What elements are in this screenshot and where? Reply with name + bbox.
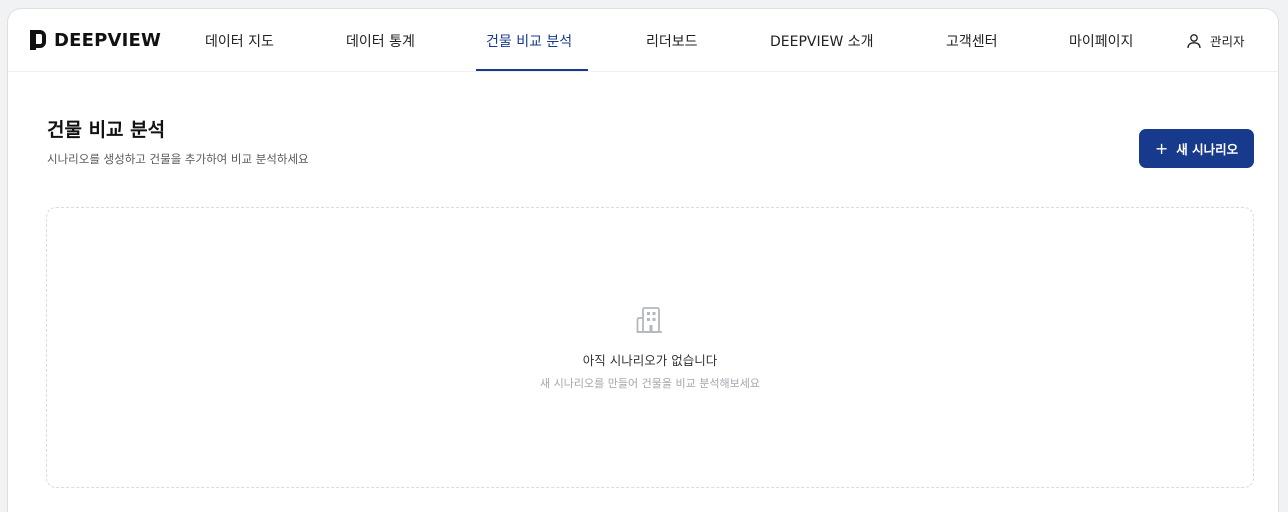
nav-item-support[interactable]: 고객센터 bbox=[946, 31, 998, 51]
new-scenario-label: 새 시나리오 bbox=[1176, 142, 1239, 157]
empty-state-description: 새 시나리오를 만들어 건물을 비교 분석해보세요 bbox=[540, 377, 760, 390]
page-subtitle: 시나리오를 생성하고 건물을 추가하여 비교 분석하세요 bbox=[47, 152, 309, 166]
new-scenario-button[interactable]: + 새 시나리오 bbox=[1139, 129, 1254, 168]
empty-state-title: 아직 시나리오가 없습니다 bbox=[582, 353, 718, 368]
nav-item-mypage[interactable]: 마이페이지 bbox=[1069, 31, 1133, 51]
deepview-logo-icon bbox=[30, 30, 46, 50]
empty-state-panel: 아직 시나리오가 없습니다 새 시나리오를 만들어 건물을 비교 분석해보세요 bbox=[46, 207, 1254, 488]
nav-item-data-map[interactable]: 데이터 지도 bbox=[205, 31, 274, 51]
page-title: 건물 비교 분석 bbox=[47, 119, 166, 141]
plus-icon: + bbox=[1154, 138, 1169, 158]
active-tab-indicator bbox=[476, 69, 588, 71]
user-icon bbox=[1187, 33, 1201, 48]
brand-logo[interactable]: DEEPVIEW bbox=[28, 28, 161, 52]
building-icon bbox=[636, 307, 662, 333]
top-navigation: DEEPVIEW 데이터 지도 데이터 통계 건물 비교 분석 리더보드 DEE… bbox=[8, 9, 1278, 72]
nav-item-data-stats[interactable]: 데이터 통계 bbox=[346, 31, 415, 51]
page-frame: DEEPVIEW 데이터 지도 데이터 통계 건물 비교 분석 리더보드 DEE… bbox=[7, 8, 1279, 512]
user-menu[interactable]: 관리자 bbox=[1186, 31, 1245, 50]
nav-item-about[interactable]: DEEPVIEW 소개 bbox=[770, 31, 874, 51]
user-name: 관리자 bbox=[1210, 34, 1245, 49]
app-window: DEEPVIEW 데이터 지도 데이터 통계 건물 비교 분석 리더보드 DEE… bbox=[0, 0, 1288, 512]
brand-name: DEEPVIEW bbox=[54, 29, 162, 51]
nav-item-leaderboard[interactable]: 리더보드 bbox=[646, 31, 698, 51]
nav-item-building-compare[interactable]: 건물 비교 분석 bbox=[486, 31, 572, 51]
